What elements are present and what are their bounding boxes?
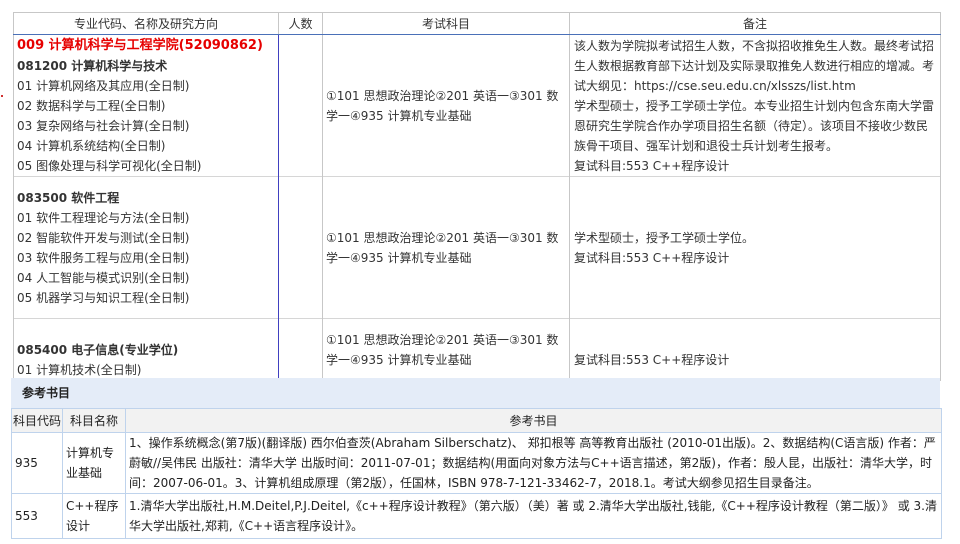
major-name: 083500 软件工程 xyxy=(17,190,120,205)
direction-item: 04 计算机系统结构(全日制) xyxy=(17,139,166,153)
remark-text: 学术型硕士，授予工学硕士学位。 xyxy=(574,230,755,245)
direction-item: 02 数据科学与工程(全日制) xyxy=(17,99,166,113)
major-row: 009 计算机科学与工程学院(52090862) 081200 计算机科学与技术… xyxy=(13,34,941,177)
reference-row: 935 计算机专业基础 1、操作系统概念(第7版)(翻译版) 西尔伯查茨(Abr… xyxy=(11,432,942,494)
exam-cell: ①101 思想政治理论②201 英语一③301 数学一④935 计算机专业基础 xyxy=(322,318,570,381)
reference-header-row: 科目代码 科目名称 参考书目 xyxy=(11,408,942,433)
subject-code: 553 xyxy=(11,493,63,539)
major-cell: 083500 软件工程 01 软件工程理论与方法(全日制) 02 智能软件开发与… xyxy=(13,176,279,319)
remark-text: 该人数为学院拟考试招生人数，不含拟招收推免生人数。最终考试招生人数根据教育部下达… xyxy=(574,39,935,93)
remark-text: 学术型硕士，授予工学硕士学位。本专业招生计划内包含东南大学雷恩研究生学院合作办学… xyxy=(574,99,935,153)
major-name: 085400 电子信息(专业学位) xyxy=(17,343,179,357)
direction-item: 03 复杂网络与社会计算(全日制) xyxy=(17,119,190,133)
reference-table: 科目代码 科目名称 参考书目 935 计算机专业基础 1、操作系统概念(第7版)… xyxy=(11,408,942,539)
count-cell xyxy=(278,34,323,177)
reference-section-title: 参考书目 xyxy=(11,378,940,408)
enrollment-header-row: 专业代码、名称及研究方向 人数 考试科目 备注 xyxy=(13,12,941,35)
header-major: 专业代码、名称及研究方向 xyxy=(13,12,279,35)
subject-code: 935 xyxy=(11,432,63,494)
header-books: 参考书目 xyxy=(125,408,942,433)
remarks-cell: 学术型硕士，授予工学硕士学位。 复试科目:553 C++程序设计 xyxy=(569,176,941,319)
remarks-cell: 该人数为学院拟考试招生人数，不含拟招收推免生人数。最终考试招生人数根据教育部下达… xyxy=(569,34,941,177)
exam-cell: ①101 思想政治理论②201 英语一③301 数学一④935 计算机专业基础 xyxy=(322,34,570,177)
header-subject-code: 科目代码 xyxy=(11,408,63,433)
major-name: 081200 计算机科学与技术 xyxy=(17,59,168,73)
header-exam: 考试科目 xyxy=(322,12,570,35)
header-subject-name: 科目名称 xyxy=(62,408,126,433)
subject-name: 计算机专业基础 xyxy=(62,432,126,494)
direction-item: 02 智能软件开发与测试(全日制) xyxy=(17,230,190,245)
subject-name: C++程序设计 xyxy=(62,493,126,539)
enrollment-table: 专业代码、名称及研究方向 人数 考试科目 备注 009 计算机科学与工程学院(5… xyxy=(13,12,941,381)
remark-text: 复试科目:553 C++程序设计 xyxy=(574,159,730,173)
direction-item: 01 计算机网络及其应用(全日制) xyxy=(17,79,190,93)
direction-item: 03 软件服务工程与应用(全日制) xyxy=(17,250,190,265)
remarks-cell: 复试科目:553 C++程序设计 xyxy=(569,318,941,381)
exam-subjects: ①101 思想政治理论②201 英语一③301 数学一④935 计算机专业基础 xyxy=(326,88,559,123)
exam-cell: ①101 思想政治理论②201 英语一③301 数学一④935 计算机专业基础 xyxy=(322,176,570,319)
direction-item: 01 软件工程理论与方法(全日制) xyxy=(17,210,190,225)
count-cell xyxy=(278,176,323,319)
major-row: 085400 电子信息(专业学位) 01 计算机技术(全日制) ①101 思想政… xyxy=(13,318,941,381)
exam-subjects: ①101 思想政治理论②201 英语一③301 数学一④935 计算机专业基础 xyxy=(326,333,559,367)
major-row: 083500 软件工程 01 软件工程理论与方法(全日制) 02 智能软件开发与… xyxy=(13,176,941,319)
book-list: 1.清华大学出版社,H.M.Deitel,P.J.Deitel,《c++程序设计… xyxy=(125,493,942,539)
remark-text: 复试科目:553 C++程序设计 xyxy=(574,250,730,265)
exam-subjects: ①101 思想政治理论②201 英语一③301 数学一④935 计算机专业基础 xyxy=(326,230,559,265)
header-count: 人数 xyxy=(278,12,323,35)
stray-dot xyxy=(1,95,3,97)
major-cell: 009 计算机科学与工程学院(52090862) 081200 计算机科学与技术… xyxy=(13,34,279,177)
count-cell xyxy=(278,318,323,381)
department-title: 009 计算机科学与工程学院(52090862) xyxy=(17,38,263,53)
direction-item: 05 图像处理与科学可视化(全日制) xyxy=(17,159,202,173)
major-cell: 085400 电子信息(专业学位) 01 计算机技术(全日制) xyxy=(13,318,279,381)
direction-item: 01 计算机技术(全日制) xyxy=(17,363,142,377)
remark-text: 复试科目:553 C++程序设计 xyxy=(574,353,730,367)
direction-item: 05 机器学习与知识工程(全日制) xyxy=(17,290,190,305)
book-list: 1、操作系统概念(第7版)(翻译版) 西尔伯查茨(Abraham Silbers… xyxy=(125,432,942,494)
reference-row: 553 C++程序设计 1.清华大学出版社,H.M.Deitel,P.J.Dei… xyxy=(11,493,942,539)
header-remarks: 备注 xyxy=(569,12,941,35)
direction-item: 04 人工智能与模式识别(全日制) xyxy=(17,270,190,285)
